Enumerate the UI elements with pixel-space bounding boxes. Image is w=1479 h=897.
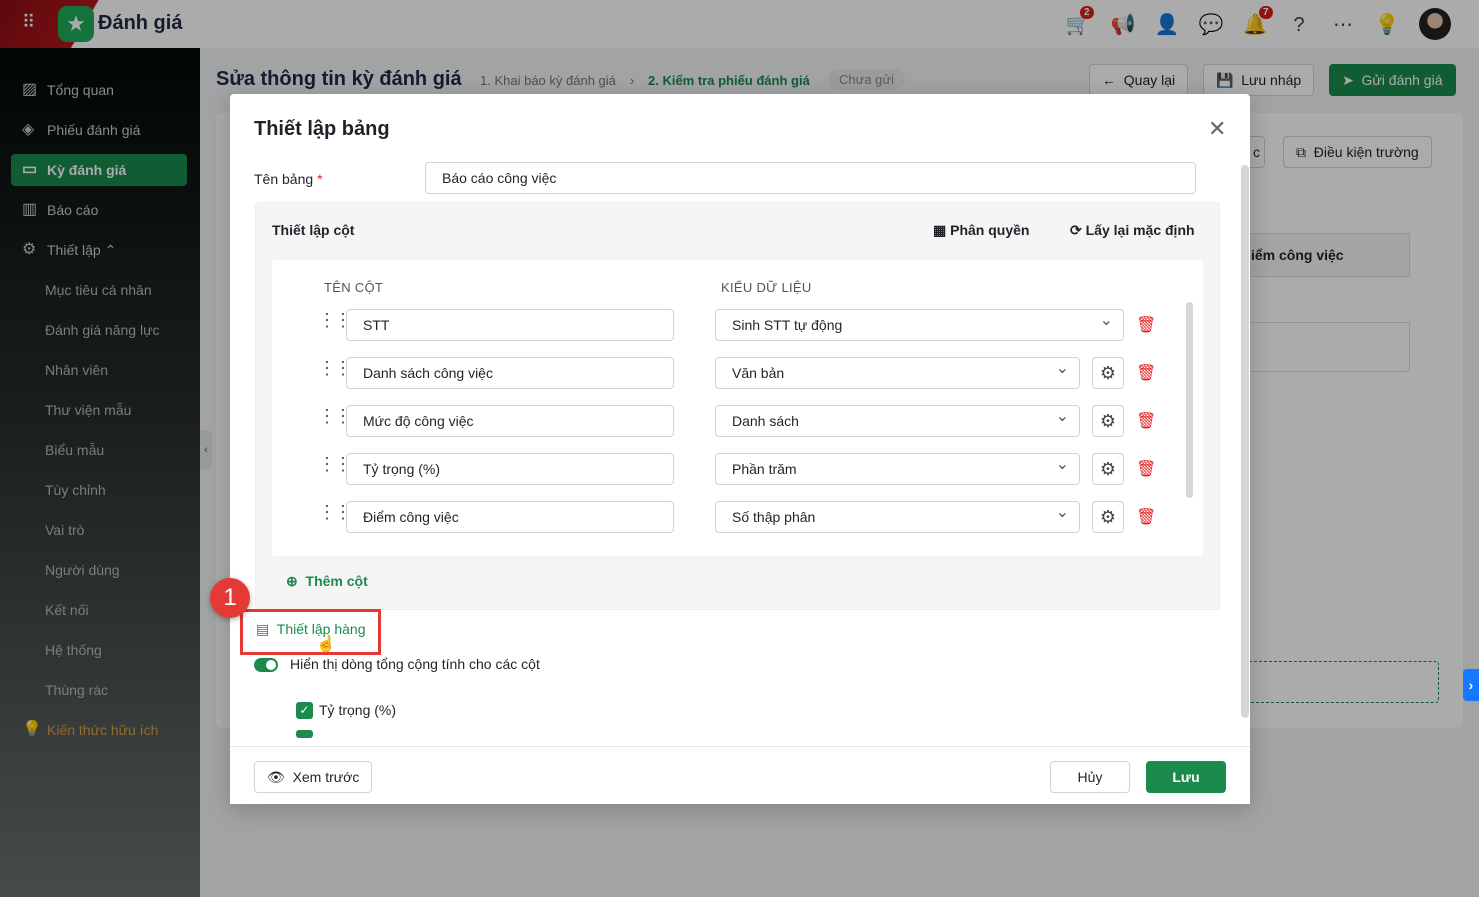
checkbox-partial[interactable] bbox=[296, 730, 313, 738]
modal-scrollbar[interactable] bbox=[1241, 165, 1249, 718]
column-name-input[interactable]: STT bbox=[346, 309, 674, 341]
preview-label: Xem trước bbox=[292, 769, 360, 785]
columns-title: Thiết lập cột bbox=[272, 222, 355, 238]
row-settings-button[interactable]: ▤ Thiết lập hàng bbox=[256, 621, 366, 638]
table-name-input[interactable]: Báo cáo công việc bbox=[425, 162, 1196, 194]
column-settings-gear-icon[interactable]: ⚙ bbox=[1092, 357, 1124, 389]
expand-panel-button[interactable]: › bbox=[1463, 669, 1479, 701]
column-settings-gear-icon[interactable]: ⚙ bbox=[1092, 501, 1124, 533]
close-icon[interactable]: ✕ bbox=[1208, 116, 1226, 142]
table-settings-modal: Thiết lập bảng ✕ Tên bảng * Báo cáo công… bbox=[210, 94, 1250, 804]
add-column-button[interactable]: ⊕ Thêm cột bbox=[286, 573, 368, 590]
column-name-input[interactable]: Danh sách công việc bbox=[346, 357, 674, 389]
drag-handle-icon[interactable]: ⋮⋮ bbox=[318, 407, 352, 425]
column-type-value: Phần trăm bbox=[732, 461, 797, 477]
table-name-label: Tên bảng * bbox=[254, 171, 323, 187]
cancel-button[interactable]: Hủy bbox=[1050, 761, 1130, 793]
label-text: Tên bảng bbox=[254, 171, 314, 187]
list-scrollbar[interactable] bbox=[1186, 302, 1193, 498]
trash-icon[interactable]: 🗑 bbox=[1136, 315, 1156, 335]
permissions-button[interactable]: ▦ Phân quyền bbox=[933, 222, 1029, 239]
save-button[interactable]: Lưu bbox=[1146, 761, 1226, 793]
table-settings-icon: ▤ bbox=[256, 621, 270, 637]
column-type-value: Danh sách bbox=[732, 413, 799, 429]
grid-lock-icon: ▦ bbox=[933, 222, 947, 238]
column-settings-gear-icon[interactable]: ⚙ bbox=[1092, 453, 1124, 485]
column-type-select[interactable]: Phần trăm bbox=[715, 450, 1080, 485]
column-type-header: KIỂU DỮ LIỆU bbox=[721, 280, 812, 295]
drag-handle-icon[interactable]: ⋮⋮ bbox=[318, 455, 352, 473]
column-type-select[interactable]: Số thập phân bbox=[715, 498, 1080, 533]
trash-icon[interactable]: 🗑 bbox=[1136, 507, 1156, 527]
drag-handle-icon[interactable]: ⋮⋮ bbox=[318, 311, 352, 329]
trash-icon[interactable]: 🗑 bbox=[1136, 363, 1156, 383]
column-name-input[interactable]: Tỷ trọng (%) bbox=[346, 453, 674, 485]
show-total-toggle[interactable] bbox=[254, 658, 278, 672]
preview-button[interactable]: 👁 Xem trước bbox=[254, 761, 373, 793]
column-type-select[interactable]: Văn bản bbox=[715, 354, 1080, 389]
column-type-select[interactable]: Danh sách bbox=[715, 402, 1080, 437]
column-settings-panel: Thiết lập cột ▦ Phân quyền ⟳ Lấy lại mặc… bbox=[255, 202, 1220, 610]
step-number-badge: 1 bbox=[210, 578, 250, 618]
reset-label: Lấy lại mặc định bbox=[1085, 222, 1195, 238]
trash-icon[interactable]: 🗑 bbox=[1136, 459, 1156, 479]
eye-icon: 👁 bbox=[267, 769, 285, 785]
modal-footer: 👁 Xem trước Hủy Lưu bbox=[230, 746, 1250, 804]
refresh-icon: ⟳ bbox=[1070, 222, 1082, 238]
column-name-input[interactable]: Mức độ công việc bbox=[346, 405, 674, 437]
trash-icon[interactable]: 🗑 bbox=[1136, 411, 1156, 431]
checkbox-weight[interactable]: ✓ bbox=[296, 702, 313, 719]
permissions-label: Phân quyền bbox=[950, 222, 1030, 238]
column-name-header: TÊN CỘT bbox=[324, 280, 384, 295]
drag-handle-icon[interactable]: ⋮⋮ bbox=[318, 503, 352, 521]
checkbox-label: Tỷ trọng (%) bbox=[319, 702, 397, 718]
column-type-value: Số thập phân bbox=[732, 509, 816, 525]
reset-default-button[interactable]: ⟳ Lấy lại mặc định bbox=[1070, 222, 1195, 239]
column-name-input[interactable]: Điểm công việc bbox=[346, 501, 674, 533]
column-type-select[interactable]: Sinh STT tự động bbox=[715, 306, 1124, 341]
column-type-value: Sinh STT tự động bbox=[732, 317, 843, 333]
modal-title: Thiết lập bảng bbox=[254, 118, 390, 140]
required-marker: * bbox=[317, 171, 323, 187]
column-list: TÊN CỘT KIỂU DỮ LIỆU ⋮⋮ STT Sinh STT tự … bbox=[272, 260, 1203, 556]
column-settings-gear-icon[interactable]: ⚙ bbox=[1092, 405, 1124, 437]
column-type-value: Văn bản bbox=[732, 365, 785, 381]
show-total-label: Hiển thị dòng tổng cộng tính cho các cột bbox=[290, 656, 540, 672]
hand-cursor-icon: ☝ bbox=[316, 636, 336, 653]
add-column-label: Thêm cột bbox=[305, 573, 368, 589]
plus-circle-icon: ⊕ bbox=[286, 573, 298, 589]
drag-handle-icon[interactable]: ⋮⋮ bbox=[318, 359, 352, 377]
